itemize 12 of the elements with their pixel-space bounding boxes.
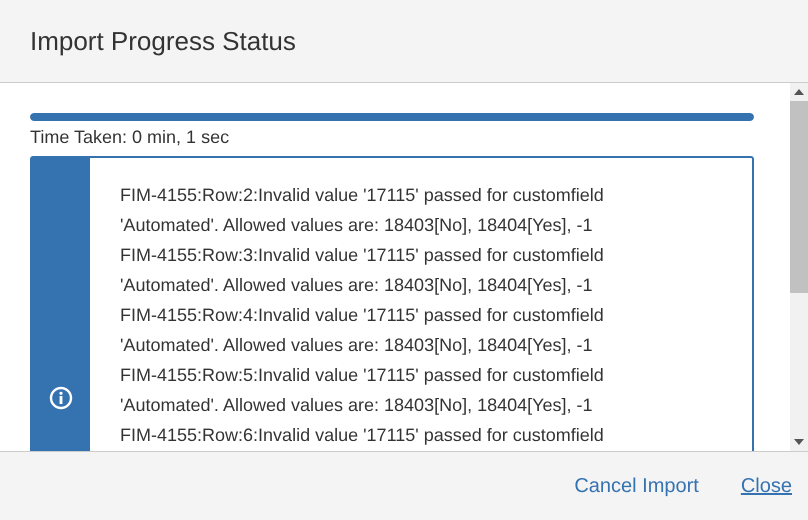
dialog-title: Import Progress Status bbox=[30, 26, 296, 56]
error-message: FIM-4155:Row:6:Invalid value '17115' passed for customfield bbox=[120, 424, 605, 447]
error-message: FIM-4155:Row:4:Invalid value '17115' passed for customfield 'Automated'. Allowed values are: 18403[No], 18404[Yes], -1 bbox=[120, 304, 605, 357]
time-taken: Time Taken: 0 min, 1 sec bbox=[30, 126, 230, 148]
error-message: FIM-4155:Row:2:Invalid value '17115' passed for customfield 'Automated'. Allowed values are: 18403[No], 18404[Yes], -1 bbox=[120, 184, 605, 237]
info-icon bbox=[49, 386, 73, 410]
scrollbar[interactable] bbox=[790, 83, 808, 451]
footer-link[interactable]: Cancel Import bbox=[574, 474, 699, 498]
error-message: FIM-4155:Row:5:Invalid value '17115' passed for customfield 'Automated'. Allowed values are: 18403[No], 18404[Yes], -1 bbox=[120, 364, 605, 417]
footer-link[interactable]: Close bbox=[740, 474, 792, 498]
error-message: FIM-4155:Row:3:Invalid value '17115' passed for customfield 'Automated'. Allowed values are: 18403[No], 18404[Yes], -1 bbox=[120, 244, 605, 297]
scroll-thumb[interactable] bbox=[790, 101, 808, 293]
